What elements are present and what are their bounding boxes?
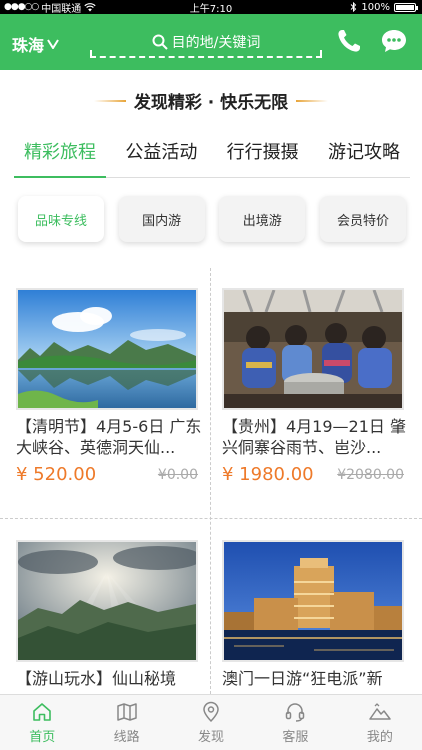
tour-price: ¥ 1980.00	[222, 464, 314, 485]
tour-title: 【清明节】4月5-6日 广东大峡谷、英德洞天仙...	[16, 417, 202, 457]
tour-title: 澳门一日游“狂电派”新	[222, 669, 383, 688]
search-input[interactable]: 目的地/关键词	[90, 28, 322, 58]
slogan-banner: 发现精彩 · 快乐无限	[0, 88, 422, 113]
tour-photo	[16, 288, 198, 410]
tabbar-profile[interactable]: 我的	[338, 695, 422, 750]
tabbar-discover-label: 发现	[198, 729, 225, 745]
search-placeholder: 目的地/关键词	[171, 35, 261, 51]
home-icon	[33, 702, 52, 721]
tour-photo	[222, 540, 404, 662]
status-bar: ●●●○○ 中国联通 上午7:10 100%	[0, 0, 422, 15]
tour-photo	[16, 540, 198, 662]
tour-original-price: ¥0.00	[157, 466, 198, 483]
mountain-profile-icon	[369, 702, 391, 720]
search-icon	[152, 34, 168, 50]
tabbar-service[interactable]: 客服	[253, 695, 337, 750]
slogan-divider-right	[296, 99, 329, 102]
tabbar-discover[interactable]: 发现	[169, 695, 253, 750]
bluetooth-icon	[351, 2, 357, 12]
filter-chips: 品味专线 国内游 出境游 会员特价	[18, 196, 406, 242]
map-icon	[116, 702, 137, 721]
tab-youji-gonglue[interactable]: 游记攻略	[318, 138, 410, 177]
chip-huiyuan-tejia[interactable]: 会员特价	[319, 196, 406, 242]
tabbar-home-label: 首页	[29, 729, 56, 745]
tab-jingcai-lvcheng[interactable]: 精彩旅程	[14, 138, 106, 178]
tour-original-price: ¥2080.00	[337, 466, 404, 483]
battery-percent: 100%	[361, 1, 390, 13]
top-header: 珠海 目的地/关键词	[0, 14, 422, 70]
tabbar-routes-label: 线路	[113, 729, 140, 745]
tour-photo	[222, 288, 404, 410]
tabbar-profile-label: 我的	[366, 729, 393, 745]
tab-gongyi-huodong[interactable]: 公益活动	[115, 138, 207, 177]
chip-pinwei-zhuanxian[interactable]: 品味专线	[18, 196, 104, 242]
tabbar-home[interactable]: 首页	[0, 695, 84, 750]
tour-price: ¥ 520.00	[16, 464, 97, 485]
tour-card[interactable]: 【贵州】4月19—21日 肇兴侗寨谷雨节、岜沙... ¥ 1980.00 ¥20…	[222, 288, 418, 485]
chip-chujing-you[interactable]: 出境游	[219, 196, 306, 242]
headset-icon	[286, 702, 305, 722]
battery-icon	[394, 2, 418, 12]
tour-card[interactable]: 【游山玩水】仙山秘境	[16, 540, 212, 694]
tour-grid: 【清明节】4月5-6日 广东大峡谷、英德洞天仙... ¥ 520.00 ¥0.0…	[0, 268, 422, 694]
city-label: 珠海	[12, 36, 45, 55]
tour-title: 【贵州】4月19—21日 肇兴侗寨谷雨节、岜沙...	[222, 417, 406, 457]
category-panel: 发现精彩 · 快乐无限 精彩旅程 公益活动 行行摄摄 游记攻略 品味专线 国内游…	[0, 70, 422, 268]
tab-xingxing-sheshe[interactable]: 行行摄摄	[217, 138, 309, 177]
slogan-divider-left	[93, 99, 126, 102]
tour-card[interactable]: 澳门一日游“狂电派”新	[222, 540, 418, 694]
category-tabs: 精彩旅程 公益活动 行行摄摄 游记攻略	[14, 138, 410, 178]
chip-guonei-you[interactable]: 国内游	[118, 196, 205, 242]
phone-icon[interactable]	[335, 27, 363, 55]
tour-title: 【游山玩水】仙山秘境	[16, 669, 177, 688]
slogan-text: 发现精彩 · 快乐无限	[133, 93, 289, 113]
tabbar-service-label: 客服	[282, 729, 309, 745]
bottom-tab-bar: 首页 线路 发现 客服 我的	[0, 694, 422, 750]
grid-horizontal-divider	[0, 518, 422, 519]
chat-bubble-icon[interactable]	[380, 27, 408, 55]
location-pin-icon	[203, 701, 219, 722]
chevron-down-icon	[47, 39, 59, 49]
tour-card[interactable]: 【清明节】4月5-6日 广东大峡谷、英德洞天仙... ¥ 520.00 ¥0.0…	[16, 288, 212, 485]
tabbar-routes[interactable]: 线路	[84, 695, 168, 750]
city-selector[interactable]: 珠海	[12, 32, 59, 56]
